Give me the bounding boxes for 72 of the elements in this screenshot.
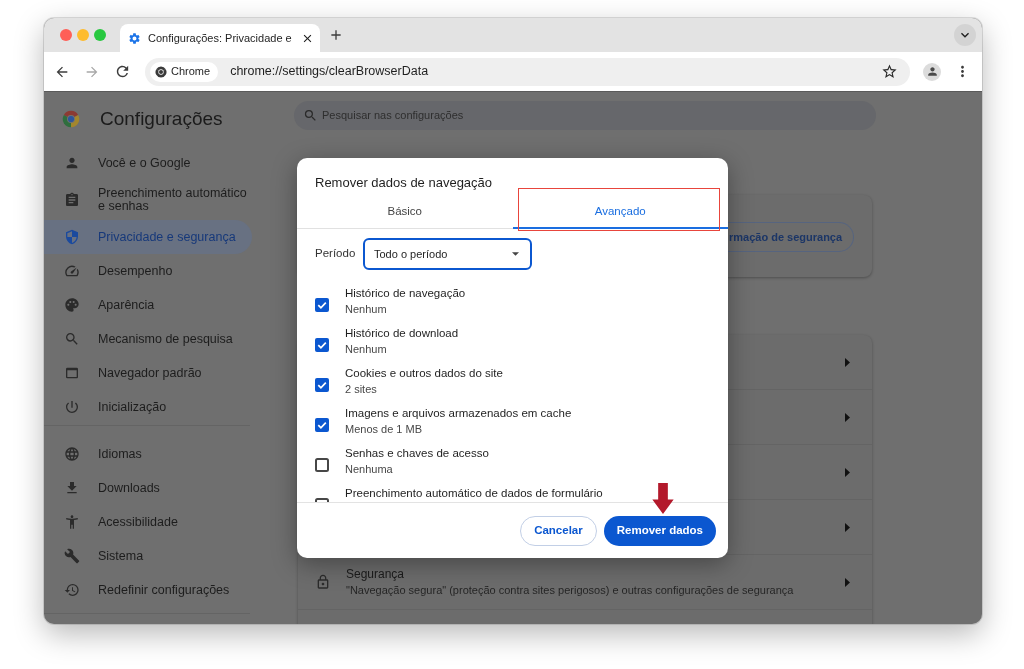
checkbox[interactable]: [315, 298, 329, 312]
gear-icon: [128, 31, 141, 45]
sidebar-item[interactable]: Acessibilidade: [44, 505, 252, 539]
sidebar-item[interactable]: Downloads: [44, 471, 252, 505]
download-icon: [64, 480, 80, 496]
chrome-logo-icon: [62, 110, 80, 128]
expand-arrow-icon[interactable]: [845, 577, 850, 587]
option-detail: Nenhum: [345, 302, 388, 317]
expand-arrow-icon[interactable]: [845, 467, 850, 477]
checkbox[interactable]: [315, 418, 329, 432]
setting-description: "Navegação segura" (proteção contra sites perigosos) e outras configurações de segurança: [346, 583, 795, 598]
palette-icon: [64, 297, 80, 313]
option-detail: Menos de 1 MB: [345, 422, 424, 437]
shield-icon: [64, 229, 80, 245]
confirm-button[interactable]: Remover dados: [603, 516, 716, 546]
checkbox[interactable]: [315, 378, 329, 392]
sidebar-item[interactable]: Inicialização: [44, 390, 252, 424]
sidebar-item[interactable]: Preenchimento automático e senhas: [44, 180, 252, 220]
chrome-logo-icon: [155, 65, 167, 78]
window-icon: [64, 365, 80, 381]
browser-tab[interactable]: Configurações: Privacidade e: [120, 24, 320, 52]
sidebar-item[interactable]: Idiomas: [44, 437, 252, 471]
sidebar-item[interactable]: Mecanismo de pesquisa: [44, 322, 252, 356]
sidebar-item[interactable]: Navegador padrão: [44, 356, 252, 390]
site-info-chip[interactable]: Chrome: [150, 61, 219, 82]
person-icon: [64, 155, 80, 171]
pointer-arrow: [652, 483, 674, 514]
search-field[interactable]: Pesquisar nas configurações: [294, 101, 876, 130]
expand-arrow-icon[interactable]: [845, 357, 850, 367]
lock-icon: [315, 574, 331, 590]
dialog-title: Remover dados de navegação: [315, 175, 493, 191]
checkbox[interactable]: [315, 338, 329, 352]
history-icon: [64, 582, 80, 598]
option-detail: Nenhuma: [345, 462, 394, 477]
expand-arrow-icon[interactable]: [845, 412, 850, 422]
period-label: Período: [315, 246, 357, 262]
option-label: Imagens e arquivos armazenados em cache: [345, 406, 572, 421]
profile-icon[interactable]: [923, 62, 941, 81]
address-bar[interactable]: Chrome chrome://settings/clearBrowserData: [145, 57, 910, 86]
accessibility-icon: [64, 514, 80, 530]
power-icon: [64, 399, 80, 415]
tab-search-button[interactable]: [954, 24, 976, 46]
period-dropdown[interactable]: Todo o período: [363, 238, 532, 270]
sidebar-item[interactable]: Desempenho: [44, 254, 252, 288]
option-detail: 2 sites: [345, 382, 378, 397]
sidebar-item[interactable]: Redefinir configurações: [44, 573, 252, 607]
sidebar-item[interactable]: Você e o Google: [44, 146, 252, 180]
sidebar-item[interactable]: Sistema: [44, 539, 252, 573]
checkbox[interactable]: [315, 458, 329, 472]
clipboard-icon: [64, 192, 80, 208]
sidebar-item[interactable]: Privacidade e segurança: [44, 220, 252, 254]
gauge-icon: [64, 263, 80, 279]
globe-icon: [64, 446, 80, 462]
expand-arrow-icon[interactable]: [845, 522, 850, 532]
bookmark-star-icon[interactable]: [881, 63, 898, 80]
new-tab-icon[interactable]: [328, 27, 344, 43]
option-label: Senhas e chaves de acesso: [345, 446, 489, 461]
page-title: Configurações: [100, 106, 223, 131]
option-label: Cookies e outros dados do site: [345, 366, 503, 381]
caret-down-icon: [512, 252, 519, 256]
option-label: Preenchimento automático de dados de formulário: [345, 486, 603, 501]
tab[interactable]: Básico: [297, 196, 513, 229]
url-text: chrome://settings/clearBrowserData: [230, 63, 430, 81]
search-icon: [64, 331, 80, 347]
tab[interactable]: Avançado: [512, 196, 728, 229]
option-label: Histórico de download: [345, 326, 459, 341]
search-icon: [303, 108, 318, 123]
sidebar-item[interactable]: Aparência: [44, 288, 252, 322]
option-detail: Nenhum: [345, 342, 388, 357]
wrench-icon: [64, 548, 80, 564]
option-label: Histórico de navegação: [345, 286, 466, 301]
setting-title: Segurança: [346, 566, 406, 582]
